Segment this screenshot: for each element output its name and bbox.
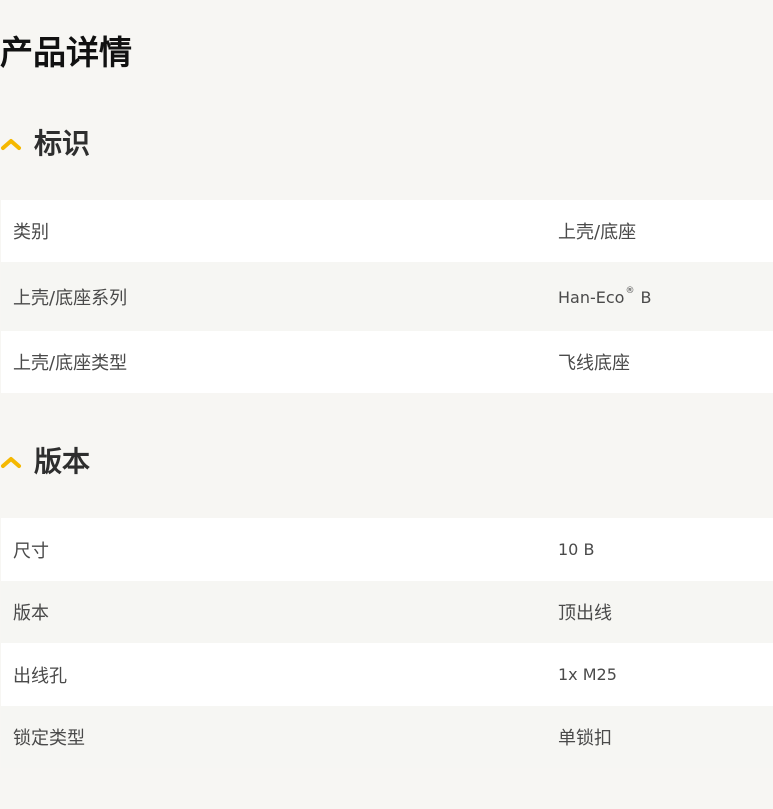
row-value: 飞线底座 — [558, 353, 630, 374]
row-label: 锁定类型 — [13, 728, 85, 749]
row-label: 上壳/底座类型 — [13, 353, 128, 374]
table-row: 锁定类型 单锁扣 — [1, 706, 773, 768]
section-title: 标识 — [34, 127, 91, 160]
table-row: 类别 上壳/底座 — [1, 200, 773, 262]
table-row: 出线孔 1x M25 — [1, 643, 773, 706]
row-label: 尺寸 — [13, 540, 49, 562]
row-value: 顶出线 — [558, 603, 612, 624]
chevron-up-icon — [1, 139, 21, 150]
row-value: Han-Eco® B — [558, 285, 652, 307]
registered-mark: ® — [625, 285, 635, 296]
table-row: 版本 顶出线 — [1, 581, 773, 643]
version-table: 尺寸 10 B 版本 顶出线 出线孔 1x M25 锁定类型 单锁扣 — [1, 518, 773, 768]
row-value: 10 B — [558, 540, 595, 559]
row-label: 出线孔 — [13, 665, 67, 687]
section-header-identification[interactable]: 标识 — [0, 124, 90, 164]
row-value-text: Han-Eco — [558, 288, 625, 307]
row-label: 类别 — [13, 222, 49, 243]
identification-table: 类别 上壳/底座 上壳/底座系列 Han-Eco® B 上壳/底座类型 飞线底座 — [1, 200, 773, 393]
row-value: 1x M25 — [558, 665, 617, 684]
chevron-up-icon — [1, 457, 21, 468]
table-row: 尺寸 10 B — [1, 518, 773, 581]
table-row: 上壳/底座类型 飞线底座 — [1, 331, 773, 393]
row-label: 版本 — [13, 603, 49, 624]
section-header-version[interactable]: 版本 — [0, 442, 90, 482]
row-value: 单锁扣 — [558, 728, 612, 749]
row-label: 上壳/底座系列 — [13, 287, 128, 309]
page-title: 产品详情 — [0, 33, 132, 72]
table-row: 上壳/底座系列 Han-Eco® B — [1, 262, 773, 331]
section-title: 版本 — [34, 445, 91, 478]
row-value-suffix: B — [635, 288, 652, 307]
row-value: 上壳/底座 — [558, 222, 637, 243]
